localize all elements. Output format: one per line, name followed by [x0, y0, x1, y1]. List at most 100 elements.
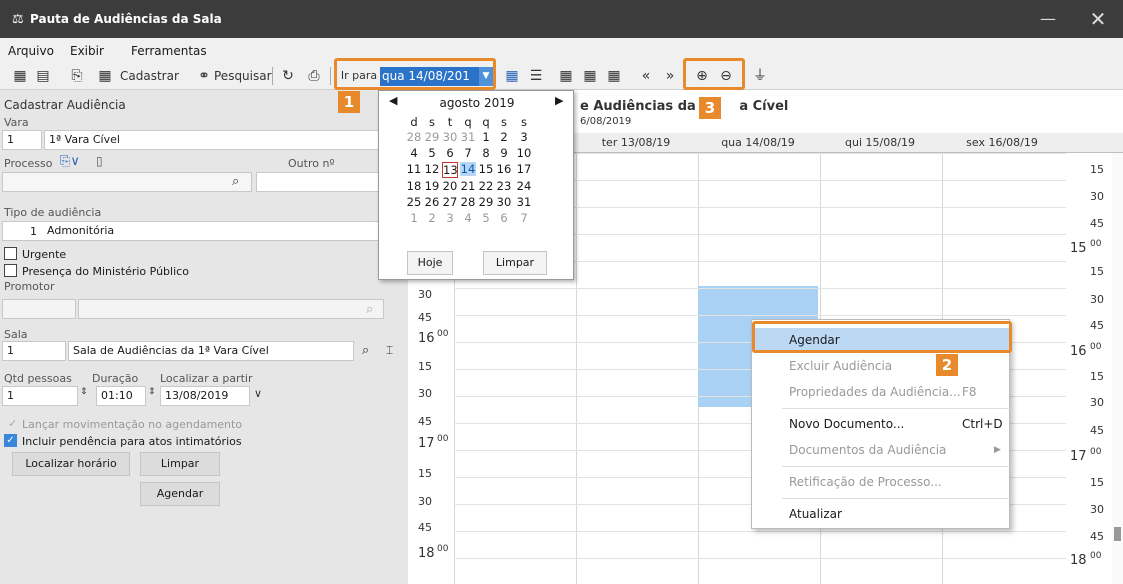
calendar-day[interactable]: 24: [516, 179, 532, 193]
outro-numero-field[interactable]: [256, 172, 386, 192]
vara-name-field[interactable]: 1ª Vara Cível: [44, 130, 384, 150]
presenca-checkbox[interactable]: [4, 264, 17, 277]
minimize-button[interactable]: —: [1030, 5, 1066, 33]
calendar-day[interactable]: 18: [406, 179, 422, 193]
calendar-day[interactable]: 3: [516, 130, 532, 144]
next-icon[interactable]: »: [660, 65, 680, 87]
menu-propriedades[interactable]: Propriedades da Audiência... F8: [752, 380, 1011, 404]
menu-excluir-audiencia[interactable]: Excluir Audiência: [752, 354, 1011, 378]
calendar-day[interactable]: 8: [478, 146, 494, 160]
calendar-day[interactable]: 6: [496, 211, 512, 225]
calendar-day[interactable]: 6: [442, 146, 458, 160]
clear-icon[interactable]: ⌶: [386, 343, 393, 358]
chevron-down-icon[interactable]: ∨: [254, 387, 262, 400]
calendar-day[interactable]: 28: [406, 130, 422, 144]
calendar-day[interactable]: 30: [496, 195, 512, 209]
week-view-icon[interactable]: ▦: [556, 65, 576, 87]
calendar-limpar-button[interactable]: Limpar: [483, 251, 547, 275]
calendar-day[interactable]: 25: [406, 195, 422, 209]
calendar-day[interactable]: 2: [424, 211, 440, 225]
calendar-day[interactable]: 4: [460, 211, 476, 225]
previous-icon[interactable]: «: [636, 65, 656, 87]
calendar-day[interactable]: 28: [460, 195, 476, 209]
duracao-stepper-icon[interactable]: ⇕: [148, 387, 156, 397]
vertical-scrollbar[interactable]: [1112, 153, 1123, 584]
calendar-day[interactable]: 5: [478, 211, 494, 225]
calendar-day[interactable]: 14: [460, 162, 476, 176]
calendar-day[interactable]: 31: [516, 195, 532, 209]
localizar-date-field[interactable]: 13/08/2019: [160, 386, 250, 406]
calendar-day[interactable]: 1: [478, 130, 494, 144]
calendar-day[interactable]: 19: [424, 179, 440, 193]
menu-documentos-audiencia[interactable]: Documentos da Audiência ▶: [752, 438, 1011, 462]
localizar-horario-button[interactable]: Localizar horário: [12, 452, 130, 476]
day-header[interactable]: ter 13/08/19: [576, 136, 696, 149]
calendar-day[interactable]: 21: [460, 179, 476, 193]
menu-novo-documento[interactable]: Novo Documento... Ctrl+D: [752, 412, 1011, 436]
scrollbar-thumb[interactable]: [1114, 527, 1121, 541]
calendar-day[interactable]: 23: [496, 179, 512, 193]
day-header[interactable]: qua 14/08/19: [698, 136, 818, 149]
day-header[interactable]: sex 16/08/19: [942, 136, 1062, 149]
promotor-name-field[interactable]: [78, 299, 384, 319]
agendar-button[interactable]: Agendar: [140, 482, 220, 506]
limpar-button[interactable]: Limpar: [140, 452, 220, 476]
calendar-day[interactable]: 17: [516, 162, 532, 176]
calendar-day[interactable]: 9: [496, 146, 512, 160]
list-view-icon[interactable]: ☰: [526, 65, 546, 87]
menu-retificacao[interactable]: Retificação de Processo...: [752, 470, 1011, 494]
vara-code-field[interactable]: 1: [2, 130, 42, 150]
menu-exibir[interactable]: Exibir: [70, 44, 104, 58]
processo-field[interactable]: [2, 172, 252, 192]
sala-code-field[interactable]: 1: [2, 341, 66, 361]
calendar-day[interactable]: 11: [406, 162, 422, 176]
calendar-day[interactable]: 7: [516, 211, 532, 225]
menu-arquivo[interactable]: Arquivo: [8, 44, 54, 58]
calendar-day[interactable]: 15: [478, 162, 494, 176]
incluir-checkbox[interactable]: ✓: [4, 434, 17, 447]
document-add-icon[interactable]: ⎘: [67, 65, 87, 87]
qtd-stepper-icon[interactable]: ⇕: [80, 387, 88, 397]
search-icon[interactable]: ⌕: [362, 343, 369, 358]
tipo-name-field[interactable]: Admonitória: [2, 221, 384, 241]
month-view-icon[interactable]: ▦: [604, 65, 624, 87]
calendar-new-icon[interactable]: ▦: [10, 65, 30, 87]
calendar-day[interactable]: 29: [424, 130, 440, 144]
calendar-day[interactable]: 22: [478, 179, 494, 193]
calendar-day[interactable]: 29: [478, 195, 494, 209]
sala-name-field[interactable]: Sala de Audiências da 1ª Vara Cível: [68, 341, 354, 361]
duracao-field[interactable]: 01:10: [96, 386, 146, 406]
day-header[interactable]: qui 15/08/19: [820, 136, 940, 149]
qtd-field[interactable]: 1: [2, 386, 78, 406]
calendar-day[interactable]: 7: [460, 146, 476, 160]
calendar-day[interactable]: 13: [442, 162, 458, 178]
urgente-checkbox[interactable]: [4, 247, 17, 260]
search-icon[interactable]: ⌕: [366, 302, 373, 317]
menu-atualizar[interactable]: Atualizar: [752, 502, 1011, 526]
calendar-copy-icon[interactable]: ▤: [33, 65, 53, 87]
search-icon[interactable]: ⌕: [232, 174, 239, 189]
tipo-code-field[interactable]: 1: [30, 225, 37, 238]
calendar-day[interactable]: 2: [496, 130, 512, 144]
process-type-icon[interactable]: ⎘∨: [60, 154, 80, 169]
calendar-day[interactable]: 20: [442, 179, 458, 193]
calendar-day[interactable]: 31: [460, 130, 476, 144]
calendar-day[interactable]: 1: [406, 211, 422, 225]
workweek-view-icon[interactable]: ▦: [580, 65, 600, 87]
calendar-day[interactable]: 12: [424, 162, 440, 176]
close-button[interactable]: ✕: [1080, 5, 1116, 33]
flag-icon[interactable]: ▯: [96, 154, 103, 168]
calendar-day[interactable]: 26: [424, 195, 440, 209]
cadastrar-button[interactable]: Cadastrar: [120, 65, 190, 87]
pesquisar-button[interactable]: Pesquisar: [214, 65, 272, 87]
calendar-day[interactable]: 10: [516, 146, 532, 160]
filter-icon[interactable]: ⏚: [750, 65, 770, 87]
next-month-icon[interactable]: ▶: [555, 94, 563, 107]
promotor-code-field[interactable]: [2, 299, 76, 319]
calendar-day[interactable]: 3: [442, 211, 458, 225]
day-view-icon[interactable]: ▦: [502, 65, 522, 87]
print-icon[interactable]: ⎙: [304, 65, 324, 87]
calendar-day[interactable]: 30: [442, 130, 458, 144]
refresh-icon[interactable]: ↻: [278, 65, 298, 87]
calendar-day[interactable]: 16: [496, 162, 512, 176]
